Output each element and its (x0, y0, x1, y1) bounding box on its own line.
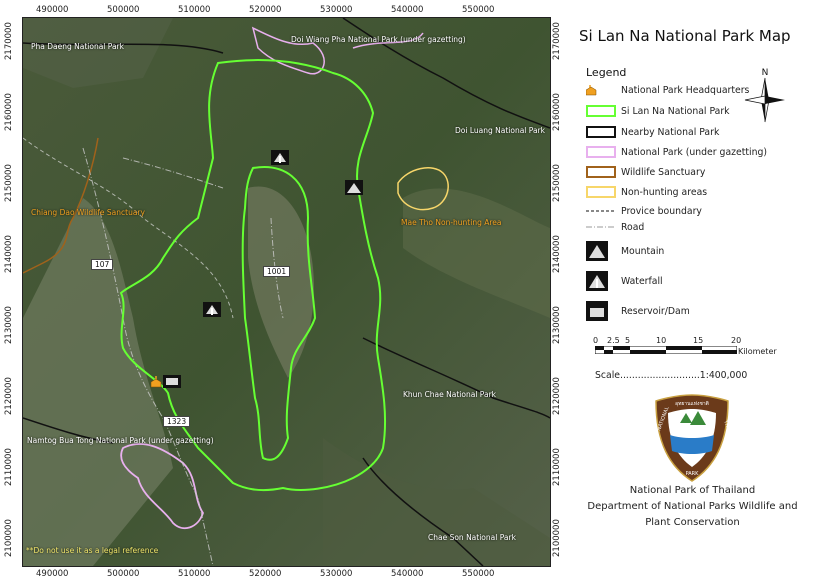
label-pha-daeng: Pha Daeng National Park (31, 42, 124, 51)
scale-tick: 0 (593, 336, 599, 345)
scale-text: Scale...........................1:400,00… (595, 370, 748, 381)
coord-top-0: 490000 (36, 5, 69, 15)
legend-item-mountain: Mountain (586, 241, 664, 261)
label-namtog: Namtog Bua Tong National Park (under gaz… (27, 436, 214, 445)
label-mae-tho: Mae Tho Non-hunting Area (401, 218, 502, 227)
label-chiang-dao: Chiang Dao Wildlife Sanctuary (31, 208, 145, 217)
coord-top-1: 500000 (107, 5, 140, 15)
legend-item-headquarters: National Park Headquarters (586, 83, 749, 97)
mountain-icon (586, 241, 608, 261)
north-label: N (762, 68, 769, 78)
coord-top-6: 550000 (462, 5, 495, 15)
legend-item-nonhunting: Non-hunting areas (586, 185, 707, 199)
scale-tick: 2.5 (607, 336, 620, 345)
footer-line-2: Department of National Parks Wildlife an… (587, 501, 798, 512)
wildlife-swatch (586, 166, 616, 178)
scale-tick: 5 (625, 336, 631, 345)
coord-top-5: 540000 (391, 5, 424, 15)
coord-bottom-0: 490000 (36, 569, 69, 579)
legend-label: National Park Headquarters (621, 84, 750, 96)
waterfall-icon (586, 271, 608, 291)
waterfall-icon[interactable] (203, 302, 221, 317)
logo-bottom-text: PARK (686, 471, 700, 477)
waterfall-icon[interactable] (271, 150, 289, 165)
legend-label: Mountain (621, 245, 665, 257)
legend-label: Reservoir/Dam (621, 305, 690, 317)
map-title: Si Lan Na National Park Map (579, 27, 791, 45)
nearby-swatch (586, 126, 616, 138)
coord-left-0: 2170000 (4, 22, 14, 60)
road-line-icon (586, 226, 616, 228)
label-khun-chae: Khun Chae National Park (403, 390, 496, 399)
coord-left-5: 2120000 (4, 377, 14, 415)
legend-item-gazetting: National Park (under gazetting) (586, 145, 767, 159)
coord-top-2: 510000 (178, 5, 211, 15)
north-arrow-icon: N (744, 68, 785, 123)
scale-unit: Kilometer (738, 347, 777, 356)
legend-label: Waterfall (621, 275, 663, 287)
coord-bottom-2: 510000 (178, 569, 211, 579)
scale-tick: 20 (731, 336, 742, 345)
legend-panel: Si Lan Na National Park Map N Legend Nat… (557, 0, 828, 585)
legend-item-waterfall: Waterfall (586, 271, 663, 291)
reservoir-icon[interactable] (163, 375, 181, 388)
legend-label: Nearby National Park (621, 126, 720, 138)
coord-left-4: 2130000 (4, 306, 14, 344)
province-line-icon (586, 210, 616, 212)
nonhunting-swatch (586, 186, 616, 198)
legend-label: Road (621, 221, 645, 233)
headquarters-icon (586, 85, 597, 96)
logo-top-text: อุทยานแห่งชาติ (675, 400, 709, 407)
headquarters-icon[interactable] (150, 376, 162, 388)
satellite-map (23, 18, 550, 566)
road-sign-107: 107 (91, 259, 114, 270)
gazetting-swatch (586, 146, 616, 158)
coord-left-3: 2140000 (4, 235, 14, 273)
coord-bottom-1: 500000 (107, 569, 140, 579)
coord-bottom-6: 550000 (462, 569, 495, 579)
footer-line-1: National Park of Thailand (629, 485, 756, 496)
legend-item-road: Road (586, 220, 644, 234)
label-doi-wiang-pha: Doi Wiang Pha National Park (under gazet… (291, 35, 466, 44)
coord-bottom-3: 520000 (249, 569, 282, 579)
map-frame[interactable]: Pha Daeng National Park Doi Wiang Pha Na… (22, 17, 551, 567)
park-swatch (586, 105, 616, 117)
legend-label: Si Lan Na National Park (621, 105, 730, 117)
coord-left-7: 2100000 (4, 519, 14, 557)
disclaimer: **Do not use it as a legal reference (26, 546, 159, 555)
reservoir-icon (586, 301, 608, 321)
scale-tick: 10 (656, 336, 667, 345)
legend-label: National Park (under gazetting) (621, 146, 768, 158)
legend-item-si-lan-na: Si Lan Na National Park (586, 104, 730, 118)
legend-label: Non-hunting areas (621, 186, 708, 198)
mountain-icon[interactable] (345, 180, 363, 195)
coord-left-1: 2160000 (4, 93, 14, 131)
coord-top-4: 530000 (320, 5, 353, 15)
footer-line-3: Plant Conservation (645, 517, 740, 528)
national-park-logo: อุทยานแห่งชาติ NATIONAL THAILAND PARK (655, 394, 732, 482)
scale-tick: 15 (693, 336, 704, 345)
label-doi-luang: Doi Luang National Park (455, 126, 545, 135)
coord-top-3: 520000 (249, 5, 282, 15)
legend-item-province: Provice boundary (586, 204, 702, 218)
coord-bottom-4: 530000 (320, 569, 353, 579)
legend-item-nearby: Nearby National Park (586, 125, 719, 139)
coord-left-2: 2150000 (4, 164, 14, 202)
legend-item-reservoir: Reservoir/Dam (586, 301, 690, 321)
coord-left-6: 2110000 (4, 448, 14, 486)
coord-bottom-5: 540000 (391, 569, 424, 579)
legend-label: Provice boundary (621, 205, 702, 217)
road-sign-1323: 1323 (163, 416, 191, 427)
legend-item-wildlife: Wildlife Sanctuary (586, 165, 705, 179)
legend-label: Wildlife Sanctuary (621, 166, 706, 178)
scale-bar-graphic (595, 346, 737, 354)
label-chae-son: Chae Son National Park (428, 533, 516, 542)
road-sign-1001: 1001 (263, 266, 291, 277)
legend-heading: Legend (586, 66, 627, 79)
